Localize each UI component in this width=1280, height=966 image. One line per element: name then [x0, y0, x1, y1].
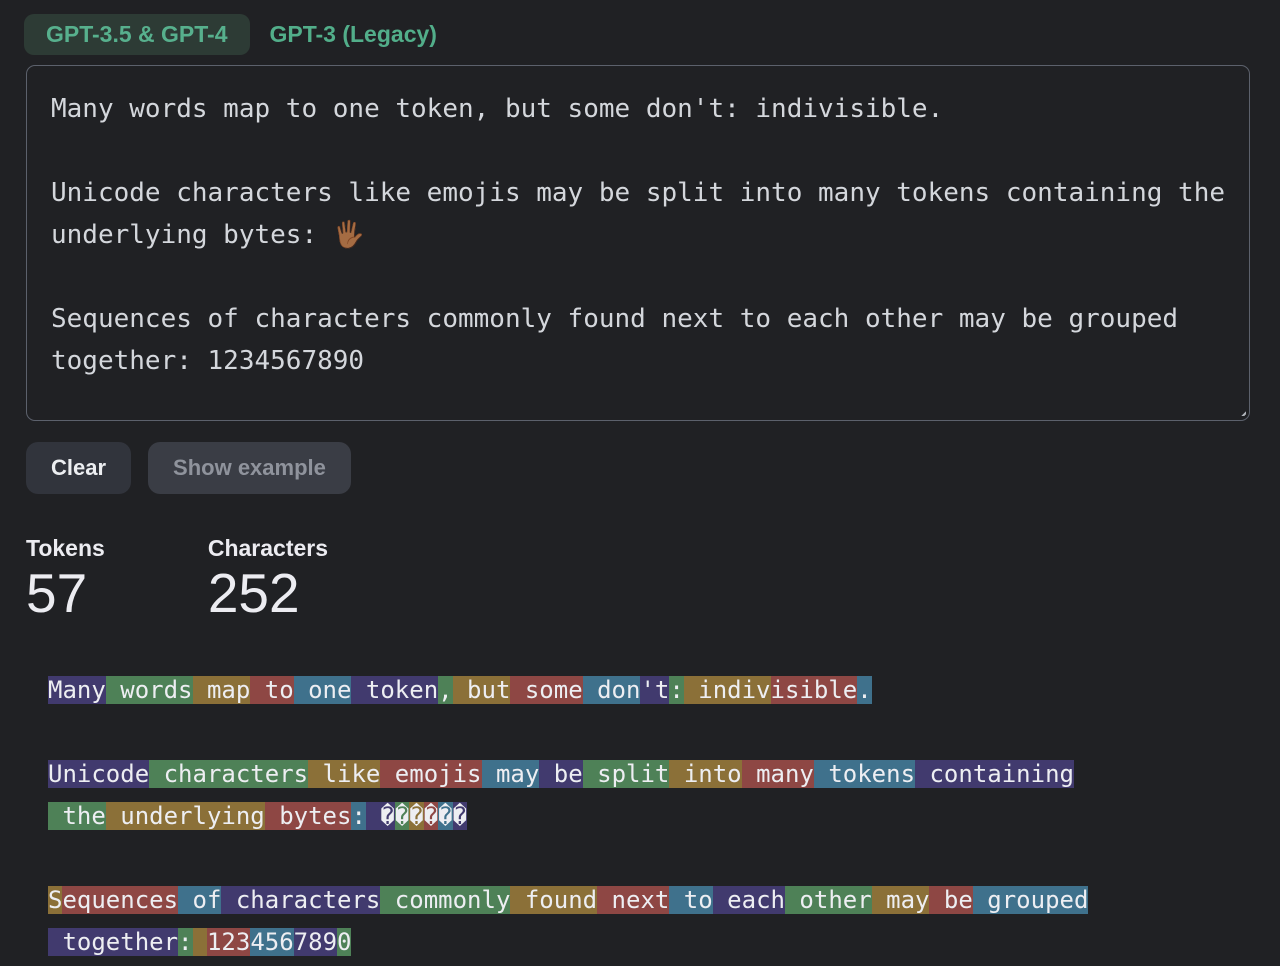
token-row: the underlying bytes: ������: [48, 795, 1250, 837]
token-paragraph: Unicode characters like emojis may be sp…: [48, 753, 1250, 837]
token: �: [438, 802, 452, 830]
token: token: [351, 676, 438, 704]
token: �: [409, 802, 423, 830]
token: isible: [771, 676, 858, 704]
token: :: [669, 676, 683, 704]
token-row: Unicode characters like emojis may be sp…: [48, 753, 1250, 795]
token: :: [351, 802, 365, 830]
characters-count: 252: [208, 563, 328, 623]
token: characters: [149, 760, 308, 788]
token: grouped: [973, 886, 1089, 914]
clear-button[interactable]: Clear: [26, 442, 131, 494]
token: 789: [294, 928, 337, 956]
token-visualization: Many words map to one token, but some do…: [48, 669, 1250, 963]
tokenizer-page: { "tabs": [ { "label": "GPT-3.5 & GPT-4"…: [0, 0, 1280, 966]
token: :: [178, 928, 192, 956]
token: �: [453, 802, 467, 830]
token: but: [453, 676, 511, 704]
token: many: [742, 760, 814, 788]
characters-stat: Characters 252: [208, 535, 328, 623]
token: indiv: [684, 676, 771, 704]
token: into: [669, 760, 741, 788]
show-example-button[interactable]: Show example: [148, 442, 351, 494]
token: Many: [48, 676, 106, 704]
tokenizer-input[interactable]: Many words map to one token, but some do…: [26, 65, 1250, 421]
token: S: [48, 886, 62, 914]
token: of: [178, 886, 221, 914]
tokenizer-input-wrapper: Many words map to one token, but some do…: [26, 65, 1250, 421]
token: �: [395, 802, 409, 830]
token-paragraph: Sequences of characters commonly found n…: [48, 879, 1250, 963]
token: found: [510, 886, 597, 914]
token: commonly: [380, 886, 510, 914]
tokens-stat: Tokens 57: [26, 535, 105, 623]
token: 456: [250, 928, 293, 956]
token: each: [713, 886, 785, 914]
token: [193, 928, 207, 956]
token: like: [308, 760, 380, 788]
tab-gpt35-gpt4[interactable]: GPT-3.5 & GPT-4: [24, 14, 250, 55]
token: other: [785, 886, 872, 914]
model-tabs: GPT-3.5 & GPT-4 GPT-3 (Legacy): [0, 0, 1280, 55]
token-row: together: 1234567890: [48, 921, 1250, 963]
token: 0: [337, 928, 351, 956]
token: together: [48, 928, 178, 956]
token: to: [669, 886, 712, 914]
token: ,: [438, 676, 452, 704]
token-row: Many words map to one token, but some do…: [48, 669, 1250, 711]
tokens-count: 57: [26, 563, 105, 623]
token: map: [193, 676, 251, 704]
token-paragraph: Many words map to one token, but some do…: [48, 669, 1250, 711]
token: don: [583, 676, 641, 704]
characters-label: Characters: [208, 535, 328, 561]
token: 123: [207, 928, 250, 956]
token: may: [482, 760, 540, 788]
token: tokens: [814, 760, 915, 788]
token: characters: [221, 886, 380, 914]
token: may: [872, 886, 930, 914]
token: split: [583, 760, 670, 788]
token: words: [106, 676, 193, 704]
token: bytes: [265, 802, 352, 830]
token: 't: [640, 676, 669, 704]
token: the: [48, 802, 106, 830]
token: be: [539, 760, 582, 788]
token: some: [510, 676, 582, 704]
tab-gpt3-legacy[interactable]: GPT-3 (Legacy): [270, 14, 437, 55]
token: underlying: [106, 802, 265, 830]
token: equences: [62, 886, 178, 914]
tokens-label: Tokens: [26, 535, 105, 561]
token-row: Sequences of characters commonly found n…: [48, 879, 1250, 921]
token: be: [929, 886, 972, 914]
action-buttons: Clear Show example: [26, 442, 1280, 494]
token: next: [597, 886, 669, 914]
token: to: [250, 676, 293, 704]
stats-row: Tokens 57 Characters 252: [26, 535, 1280, 623]
token: one: [294, 676, 352, 704]
token: �: [424, 802, 438, 830]
token: .: [857, 676, 871, 704]
token: �: [366, 802, 395, 830]
token: containing: [915, 760, 1074, 788]
token: Unicode: [48, 760, 149, 788]
token: emojis: [380, 760, 481, 788]
